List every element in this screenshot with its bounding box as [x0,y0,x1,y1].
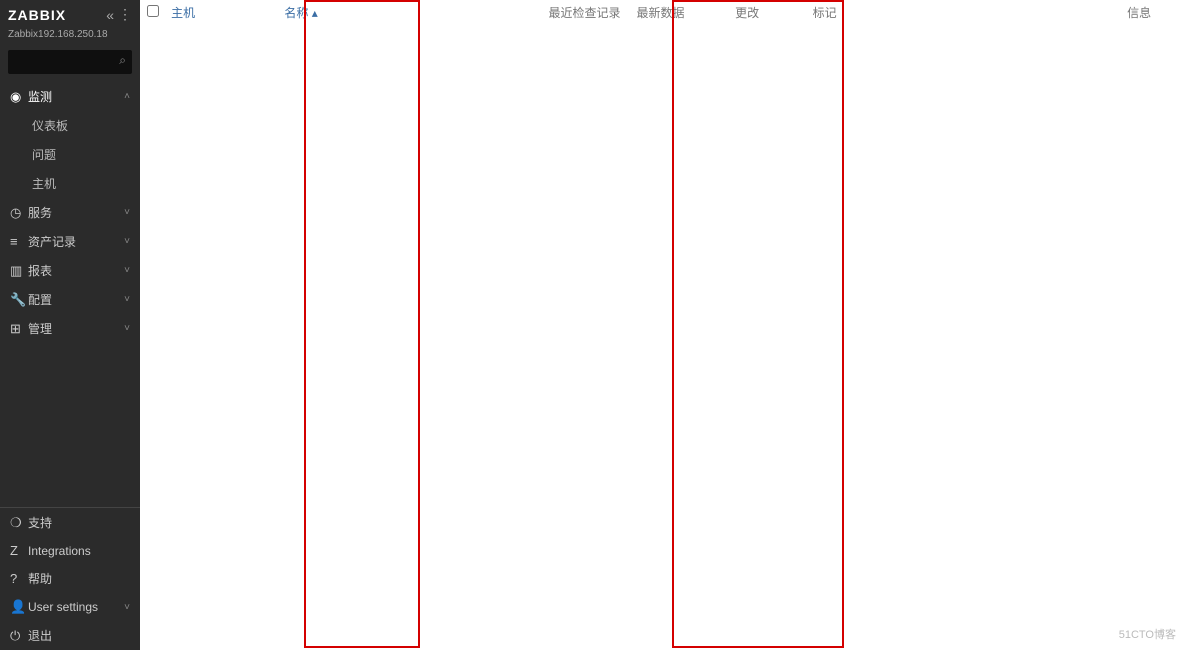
nav-label: 帮助 [28,570,52,587]
nav-reports[interactable]: ▥ 报表 ˅ [0,256,140,285]
logout-icon: ⏻ [10,628,28,644]
nav-integrations[interactable]: ZIntegrations [0,537,140,564]
col-change: 更改 [729,0,807,25]
col-host[interactable]: 主机 [171,6,195,20]
chevron-down-icon: ˅ [124,207,130,218]
nav-label: User settings [28,600,98,614]
nav-label: 报表 [28,262,52,279]
chevron-up-icon: ˄ [124,91,130,102]
sidebar-menu-icon[interactable]: ⋮ [118,6,132,23]
col-tags: 标记 [807,0,1121,25]
col-last-data: 最新数据 [631,0,730,25]
nav-label: 配置 [28,291,52,308]
nav-label: 资产记录 [28,233,76,250]
nav-label: 监测 [28,88,52,105]
server-info: Zabbix192.168.250.18 [0,29,140,46]
nav-logout[interactable]: ⏻退出 [0,621,140,650]
nav-admin[interactable]: ⊞ 管理 ˅ [0,314,140,343]
nav-label: 管理 [28,320,52,337]
collapse-sidebar-icon[interactable]: « [106,7,114,23]
chart-icon: ▥ [10,263,28,279]
highlight-data [672,0,844,648]
wrench-icon: 🔧 [10,292,28,308]
sidebar-item[interactable]: 仪表板 [0,111,140,140]
nav-config[interactable]: 🔧 配置 ˅ [0,285,140,314]
logo[interactable]: ZABBIX [8,7,66,23]
nav-label: Integrations [28,544,91,558]
nav-label: 退出 [28,627,52,644]
highlight-host [304,0,420,648]
chevron-down-icon: ˅ [124,323,130,334]
latest-data-table: 主机 名称 ▴ 最近检查记录 最新数据 更改 标记 信息 [140,0,1184,25]
chevron-down-icon: ˅ [124,236,130,247]
nav-help[interactable]: ?帮助 [0,564,140,593]
eye-icon: ◉ [10,89,28,105]
col-name-label: 名称 [284,6,308,20]
main-content: 主机 名称 ▴ 最近检查记录 最新数据 更改 标记 信息 51CTO博客 [140,0,1184,650]
nav-label: 服务 [28,204,52,221]
nav-inventory[interactable]: ≡ 资产记录 ˅ [0,227,140,256]
list-icon: ≡ [10,234,28,249]
clock-icon: ◷ [10,205,28,221]
chevron-down-icon: ˅ [124,602,130,613]
bottom-nav: ❍支持 ZIntegrations ?帮助 👤User settings ˅ ⏻退… [0,507,140,650]
col-info: 信息 [1121,0,1184,25]
help-icon: ? [10,571,28,586]
nav-user-settings[interactable]: 👤User settings ˅ [0,593,140,621]
sort-asc-icon: ▴ [312,6,318,20]
col-last-check: 最近检查记录 [543,0,631,25]
nav-label: 支持 [28,514,52,531]
user-icon: 👤 [10,599,28,615]
sidebar-item[interactable]: 主机 [0,169,140,198]
select-all-checkbox[interactable] [147,5,159,17]
sidebar-item[interactable]: 问题 [0,140,140,169]
chevron-down-icon: ˅ [124,265,130,276]
search-input[interactable] [8,50,132,74]
watermark: 51CTO博客 [1119,626,1176,642]
sidebar: ZABBIX « ⋮ Zabbix192.168.250.18 ⌕ ◉ 监测 ˄… [0,0,140,650]
nav-support[interactable]: ❍支持 [0,508,140,537]
integrations-icon: Z [10,543,28,558]
search-icon[interactable]: ⌕ [119,53,126,68]
gear-icon: ⊞ [10,321,28,337]
nav-services[interactable]: ◷ 服务 ˅ [0,198,140,227]
chevron-down-icon: ˅ [124,294,130,305]
support-icon: ❍ [10,515,28,531]
col-name[interactable]: 名称 ▴ [284,6,317,20]
nav-monitoring[interactable]: ◉ 监测 ˄ [0,82,140,111]
main-nav: ◉ 监测 ˄ 仪表板问题主机 ◷ 服务 ˅ ≡ 资产记录 ˅ ▥ 报表 ˅ 🔧 [0,82,140,343]
